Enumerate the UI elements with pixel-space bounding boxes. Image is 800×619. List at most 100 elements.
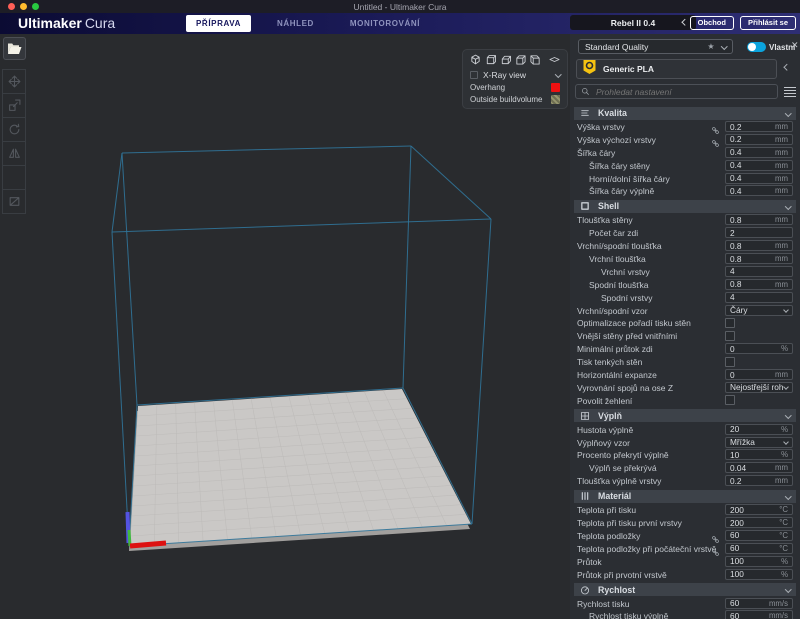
printer-selector[interactable]: Rebel II 0.4 (570, 15, 696, 30)
setting-input[interactable]: 0mm (725, 369, 793, 380)
setting-row: Výplňový vzorMřížka (570, 436, 800, 449)
setting-select[interactable]: Čáry (725, 305, 793, 316)
setting-label: Horizontální expanze (577, 370, 657, 380)
setting-checkbox[interactable] (725, 395, 735, 405)
setting-row: Minimální průtok zdi0% (570, 342, 800, 355)
setting-row: Horizontální expanze 0mm (570, 368, 800, 381)
setting-label: Vrchní/spodní tloušťka (577, 241, 662, 251)
close-settings-icon[interactable]: ✕ (791, 41, 799, 50)
open-file-button[interactable] (3, 37, 26, 60)
setting-value: Mřížka (730, 437, 755, 447)
setting-value: 4 (730, 292, 735, 302)
collapse-settings-icon[interactable] (784, 64, 790, 70)
view-3d-icon[interactable] (470, 52, 481, 70)
setting-input[interactable]: 0% (725, 343, 793, 354)
setting-checkbox[interactable] (725, 331, 735, 341)
setting-unit: mm (775, 122, 788, 131)
setting-row: Teplota podložky při počáteční vrstvě60°… (570, 542, 800, 555)
setting-value: Čáry (730, 305, 748, 315)
section-header-výplň[interactable]: Výplň (574, 409, 796, 422)
setting-select[interactable]: Mřížka (725, 437, 793, 448)
marketplace-button[interactable]: Obchod (690, 16, 734, 30)
setting-input[interactable]: 0.8mm (725, 279, 793, 290)
chevron-down-icon (783, 439, 789, 445)
setting-input[interactable]: 0.2mm (725, 475, 793, 486)
setting-select[interactable]: Nejostřejší roh (725, 382, 793, 393)
setting-row: Spodní tloušťka0.8mm (570, 278, 800, 291)
setting-input[interactable]: 0.4mm (725, 185, 793, 196)
setting-checkbox[interactable] (725, 318, 735, 328)
tab-příprava[interactable]: PŘÍPRAVA (186, 15, 251, 32)
setting-row: Výplň se překrývá0.04mm (570, 461, 800, 474)
setting-row: Hustota výplně20% (570, 423, 800, 436)
setting-input[interactable]: 0.04mm (725, 462, 793, 473)
setting-checkbox[interactable] (725, 357, 735, 367)
setting-unit: mm/s (769, 599, 788, 608)
section-header-rychlost[interactable]: Rychlost (574, 583, 796, 596)
setting-unit: % (781, 450, 788, 459)
setting-input[interactable]: 200°C (725, 504, 793, 515)
setting-input[interactable]: 4 (725, 266, 793, 277)
sign-in-button[interactable]: Přihlásit se (740, 16, 796, 30)
section-header-shell[interactable]: Shell (574, 200, 796, 213)
stage-tabs: PŘÍPRAVA NÁHLED MONITOROVÁNÍ (186, 15, 430, 31)
setting-input[interactable]: 0.2mm (725, 121, 793, 132)
tab-náhled[interactable]: NÁHLED (267, 15, 324, 32)
chevron-down-icon (785, 586, 791, 592)
outside-buildvolume-color-swatch (551, 95, 560, 104)
setting-row: Rychlost tisku60mm/s (570, 597, 800, 610)
scale-tool-button[interactable] (2, 93, 26, 118)
setting-input[interactable]: 0.8mm (725, 214, 793, 225)
setting-value: 60 (730, 598, 739, 608)
setting-input[interactable]: 100% (725, 556, 793, 567)
tool-sidebar (2, 70, 26, 214)
setting-value: 0.8 (730, 241, 742, 251)
setting-input[interactable]: 0.2mm (725, 134, 793, 145)
quality-profile-dropdown[interactable]: Standard Quality ★ (578, 39, 733, 54)
view-front-icon[interactable] (485, 52, 496, 70)
setting-label: Tisk tenkých stěn (577, 357, 642, 367)
setting-input[interactable]: 60 mm/s (725, 598, 793, 609)
setting-input[interactable]: 10% (725, 449, 793, 460)
setting-input[interactable]: 100% (725, 569, 793, 580)
settings-menu-icon[interactable] (784, 87, 796, 99)
camera-projection-icon[interactable] (549, 52, 560, 70)
setting-input[interactable]: 0.4mm (725, 160, 793, 171)
setting-input[interactable]: 2 (725, 227, 793, 238)
section-header-kvalita[interactable]: Kvalita (574, 107, 796, 120)
setting-input[interactable]: 0.4mm (725, 147, 793, 158)
setting-value: 200 (730, 518, 744, 528)
setting-label: Výška výchozí vrstvy (577, 135, 656, 145)
tab-monitorování[interactable]: MONITOROVÁNÍ (340, 15, 430, 32)
setting-unit: mm (775, 174, 788, 183)
rotate-tool-button[interactable] (2, 117, 26, 142)
logo-cura: Cura (85, 15, 115, 31)
section-header-materiál[interactable]: Materiál (574, 490, 796, 503)
support-blocker-tool-button[interactable] (2, 189, 26, 214)
setting-label: Šířka čáry (577, 148, 615, 158)
setting-input[interactable]: 0.4mm (725, 173, 793, 184)
move-tool-button[interactable] (2, 69, 26, 94)
setting-input[interactable]: 0.8mm (725, 253, 793, 264)
settings-search[interactable] (575, 84, 778, 99)
material-name: Generic PLA (603, 64, 654, 74)
setting-unit: mm (775, 161, 788, 170)
setting-input[interactable]: 200°C (725, 517, 793, 528)
custom-mode-toggle[interactable] (747, 42, 766, 52)
per-model-settings-tool-button[interactable] (2, 165, 26, 190)
setting-input[interactable]: 60°C (725, 543, 793, 554)
mirror-tool-button[interactable] (2, 141, 26, 166)
setting-input[interactable]: 4 (725, 292, 793, 303)
setting-input[interactable]: 60°C (725, 530, 793, 541)
view-top-icon[interactable] (500, 52, 511, 70)
view-mode-dropdown[interactable]: X-Ray view (470, 68, 560, 81)
view-left-icon[interactable] (515, 52, 526, 70)
setting-input[interactable]: 20% (725, 424, 793, 435)
settings-search-input[interactable] (594, 86, 764, 98)
setting-row: Vnější stěny před vnitřními (570, 329, 800, 342)
extruder-material-tab[interactable]: Generic PLA (576, 59, 777, 79)
setting-input[interactable]: 0.8mm (725, 240, 793, 251)
view-right-icon[interactable] (530, 52, 541, 70)
viewport-3d[interactable]: X-Ray view Overhang Outside buildvolume (0, 34, 570, 619)
setting-input[interactable]: 60mm/s (725, 610, 793, 619)
